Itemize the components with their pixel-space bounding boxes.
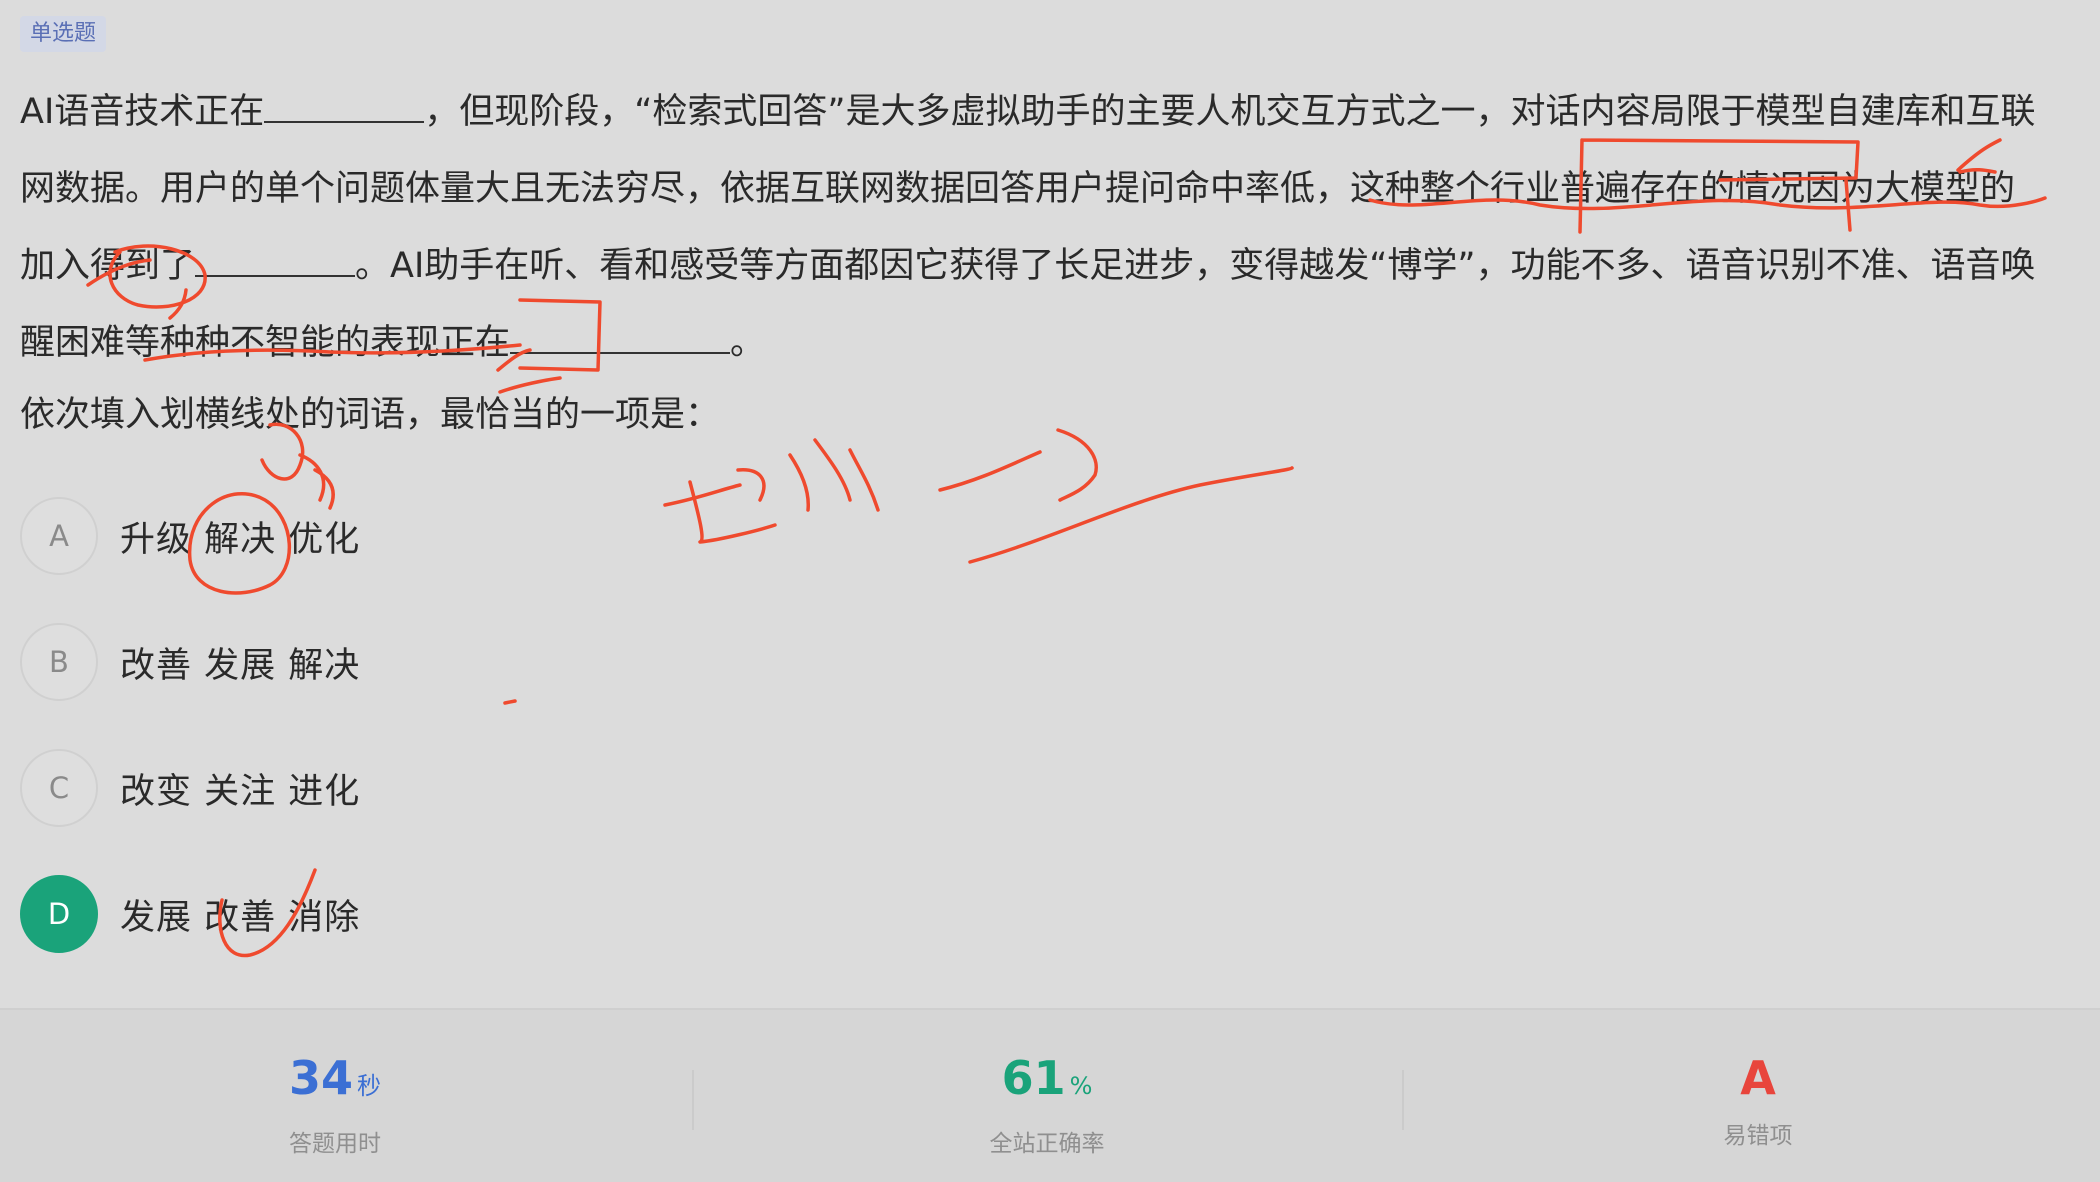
stat-divider (692, 1070, 694, 1130)
annotation-scribble-b (663, 438, 880, 544)
stat-number: 61 (1001, 1051, 1066, 1105)
annotation-scribble-c (938, 428, 1098, 502)
stats-footer: 34 秒 答题用时 61% 全站正确率 A 易错项 (0, 1008, 2100, 1182)
annotation-dot (503, 699, 517, 705)
question-segment: 加入得到了 (20, 246, 196, 286)
question-segment: AI语音技术正在 (20, 92, 265, 132)
stat-value: A (1628, 1050, 1888, 1106)
annotation-long-stroke (968, 466, 1294, 564)
question-line-3: 加入得到了 。AI助手在听、看和感受等方面都因它获得了长足进步，变得越发“博学”，… (20, 228, 2060, 305)
stat-label: 易错项 (1723, 1123, 1793, 1149)
option-text: 改变 关注 进化 (120, 771, 361, 812)
stat-answer-time: 34 秒 答题用时 (205, 1050, 465, 1158)
stat-unit: % (1069, 1072, 1093, 1100)
option-text: 发展 改善 消除 (120, 897, 361, 938)
question-text: AI语音技术正在 ，但现阶段，“检索式回答”是大多虚拟助手的主要人机交互方式之一，… (20, 74, 2060, 382)
stat-unit: 秒 (357, 1072, 381, 1100)
question-line-4: 醒困难等种种不智能的表现正在 。 (20, 305, 2060, 382)
option-letter-badge: C (20, 749, 98, 827)
stat-value: 34 秒 (205, 1050, 465, 1114)
question-segment: 。 (730, 323, 766, 363)
stat-accuracy: 61% 全站正确率 (917, 1050, 1177, 1158)
stat-value: 61% (917, 1050, 1177, 1114)
question-segment: 醒困难等种种不智能的表现正在 (20, 323, 511, 363)
option-letter-badge: A (20, 497, 98, 575)
option-b[interactable]: B 改善 发展 解决 (20, 622, 360, 702)
question-line-1: AI语音技术正在 ，但现阶段，“检索式回答”是大多虚拟助手的主要人机交互方式之一，… (20, 74, 2060, 151)
stat-label: 答题用时 (289, 1131, 381, 1157)
option-c[interactable]: C 改变 关注 进化 (20, 748, 360, 828)
quiz-page: 单选题 AI语音技术正在 ，但现阶段，“检索式回答”是大多虚拟助手的主要人机交互方… (0, 0, 2100, 1182)
question-segment: 。AI助手在听、看和感受等方面都因它获得了长足进步，变得越发“博学”，功能不多、… (355, 246, 2036, 286)
stat-label: 全站正确率 (989, 1131, 1105, 1157)
option-d[interactable]: D 发展 改善 消除 (20, 874, 360, 954)
question-type-tag: 单选题 (20, 16, 107, 52)
option-text: 改善 发展 解决 (120, 645, 361, 686)
option-a[interactable]: A 升级 解决 优化 (20, 496, 360, 576)
option-letter-badge-selected: D (20, 875, 98, 953)
fill-blank-2 (195, 243, 356, 277)
fill-blank-1 (264, 89, 425, 123)
stat-divider (1402, 1070, 1404, 1130)
question-prompt: 依次填入划横线处的词语，最恰当的一项是： (20, 395, 721, 435)
option-text: 升级 解决 优化 (120, 519, 361, 560)
stat-common-error: A 易错项 (1628, 1050, 1888, 1150)
stat-number: 34 (288, 1051, 353, 1105)
question-line-2: 网数据。用户的单个问题体量大且无法穷尽，依据互联网数据回答用户提问命中率低，这种… (20, 169, 2016, 209)
option-letter-badge: B (20, 623, 98, 701)
stat-number: A (1740, 1051, 1776, 1105)
fill-blank-3 (510, 320, 731, 354)
question-segment: ，但现阶段，“检索式回答”是大多虚拟助手的主要人机交互方式之一，对话内容局限于模… (424, 92, 2036, 132)
